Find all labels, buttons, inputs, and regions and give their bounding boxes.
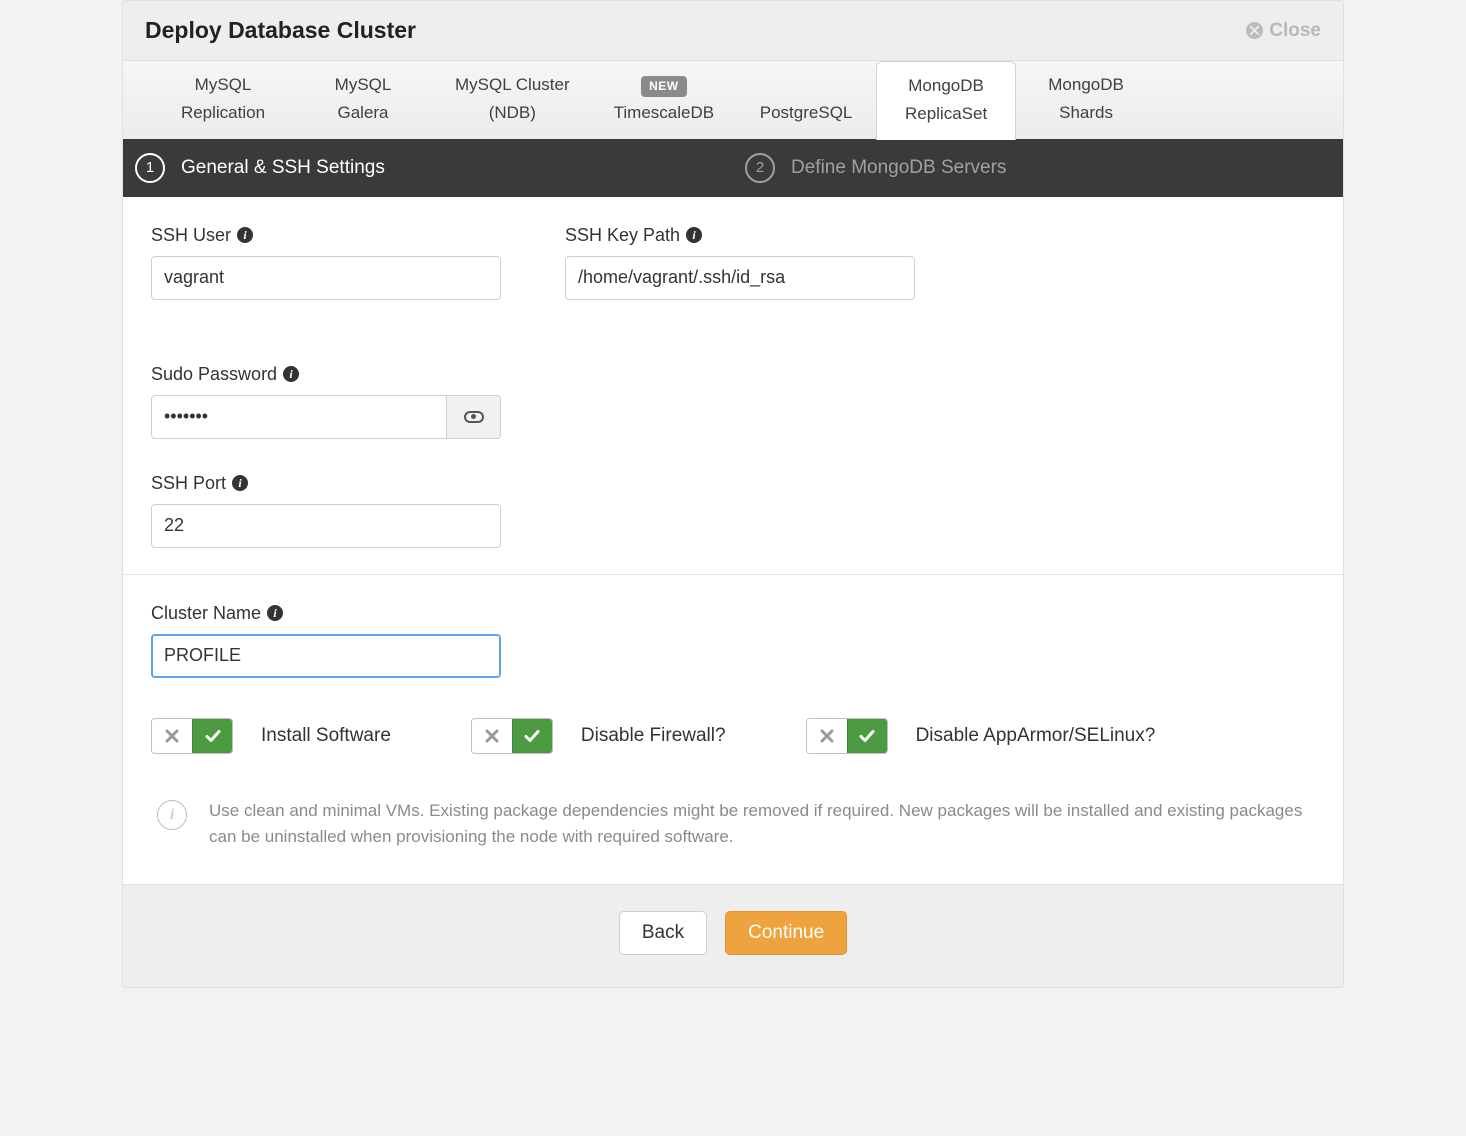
install-note-text: Use clean and minimal VMs. Existing pack…	[209, 798, 1309, 851]
info-icon[interactable]: i	[232, 475, 248, 491]
eye-icon	[464, 411, 484, 423]
disable-apparmor-label: Disable AppArmor/SELinux?	[916, 725, 1156, 747]
back-button[interactable]: Back	[619, 911, 707, 955]
tab-mysql-cluster--ndb-[interactable]: MySQL Cluster (NDB)	[433, 61, 592, 139]
tab-postgresql[interactable]: PostgreSQL	[736, 61, 876, 139]
install-software-label: Install Software	[261, 725, 391, 747]
tab-mongodb-replicaset[interactable]: MongoDB ReplicaSet	[876, 61, 1016, 140]
new-badge: NEW	[641, 76, 687, 97]
tab-label-line1: TimescaleDB	[614, 101, 714, 125]
step-general-ssh[interactable]: 1 General & SSH Settings	[135, 153, 733, 183]
tab-mysql-galera[interactable]: MySQL Galera	[293, 61, 433, 139]
modal-title: Deploy Database Cluster	[145, 17, 416, 44]
toggle-on-button[interactable]	[192, 719, 232, 753]
tab-timescaledb[interactable]: NEW TimescaleDB	[592, 61, 736, 139]
sudo-pw-group: Sudo Password i	[151, 364, 501, 439]
close-icon	[1246, 22, 1263, 39]
ssh-user-label: SSH User	[151, 225, 231, 246]
cluster-name-label: Cluster Name	[151, 603, 261, 624]
ssh-user-input[interactable]	[151, 256, 501, 300]
step-define-servers[interactable]: 2 Define MongoDB Servers	[733, 153, 1331, 183]
sudo-pw-label: Sudo Password	[151, 364, 277, 385]
tab-label-line1: MongoDB	[1048, 73, 1124, 97]
install-software-toggle: Install Software	[151, 718, 391, 754]
ssh-key-label: SSH Key Path	[565, 225, 680, 246]
ssh-user-group: SSH User i	[151, 225, 501, 300]
install-note: i Use clean and minimal VMs. Existing pa…	[151, 786, 1315, 859]
tab-label-line1: MySQL	[335, 73, 392, 97]
info-circle-icon: i	[157, 800, 187, 830]
step-2-number: 2	[745, 153, 775, 183]
tab-label-line1: PostgreSQL	[760, 101, 853, 125]
info-icon[interactable]: i	[237, 227, 253, 243]
continue-button[interactable]: Continue	[725, 911, 847, 955]
ssh-port-group: SSH Port i	[151, 473, 501, 548]
close-button[interactable]: Close	[1246, 20, 1321, 42]
ssh-port-input[interactable]	[151, 504, 501, 548]
step-1-number: 1	[135, 153, 165, 183]
wizard-steps: 1 General & SSH Settings 2 Define MongoD…	[123, 139, 1343, 197]
cluster-name-input[interactable]	[151, 634, 501, 678]
toggle-off-button[interactable]	[152, 719, 192, 753]
tab-label-line1: MySQL	[195, 73, 252, 97]
step-1-label: General & SSH Settings	[181, 157, 385, 179]
deploy-cluster-modal: Deploy Database Cluster Close MySQL Repli…	[122, 0, 1344, 988]
info-icon[interactable]: i	[686, 227, 702, 243]
tab-label-line1: MongoDB	[908, 74, 984, 98]
cluster-name-group: Cluster Name i	[151, 603, 1315, 678]
tab-label-line2: ReplicaSet	[905, 102, 987, 126]
info-icon[interactable]: i	[267, 605, 283, 621]
modal-footer: Back Continue	[123, 884, 1343, 987]
close-label: Close	[1269, 20, 1321, 42]
toggle-password-visibility[interactable]	[447, 395, 501, 439]
disable-apparmor-toggle: Disable AppArmor/SELinux?	[806, 718, 1156, 754]
tab-mysql-replication[interactable]: MySQL Replication	[153, 61, 293, 139]
tab-label-line1: MySQL Cluster	[455, 73, 570, 97]
toggle-off-button[interactable]	[472, 719, 512, 753]
db-type-tabs: MySQL Replication MySQL Galera MySQL Cluster…	[123, 60, 1343, 139]
step-2-label: Define MongoDB Servers	[791, 157, 1006, 179]
toggle-on-button[interactable]	[512, 719, 552, 753]
tab-label-line2: (NDB)	[489, 101, 536, 125]
info-icon[interactable]: i	[283, 366, 299, 382]
modal-header: Deploy Database Cluster Close	[123, 1, 1343, 60]
ssh-key-input[interactable]	[565, 256, 915, 300]
ssh-key-group: SSH Key Path i	[565, 225, 915, 300]
disable-firewall-toggle: Disable Firewall?	[471, 718, 726, 754]
toggle-on-button[interactable]	[847, 719, 887, 753]
tab-label-line2: Shards	[1059, 101, 1113, 125]
form-panel: SSH User i SSH Key Path i Sudo Password	[123, 197, 1343, 885]
sudo-pw-input[interactable]	[151, 395, 447, 439]
tab-label-line2: Galera	[337, 101, 388, 125]
ssh-port-label: SSH Port	[151, 473, 226, 494]
tab-mongodb-shards[interactable]: MongoDB Shards	[1016, 61, 1156, 139]
disable-firewall-label: Disable Firewall?	[581, 725, 726, 747]
tab-label-line2: Replication	[181, 101, 265, 125]
toggle-off-button[interactable]	[807, 719, 847, 753]
